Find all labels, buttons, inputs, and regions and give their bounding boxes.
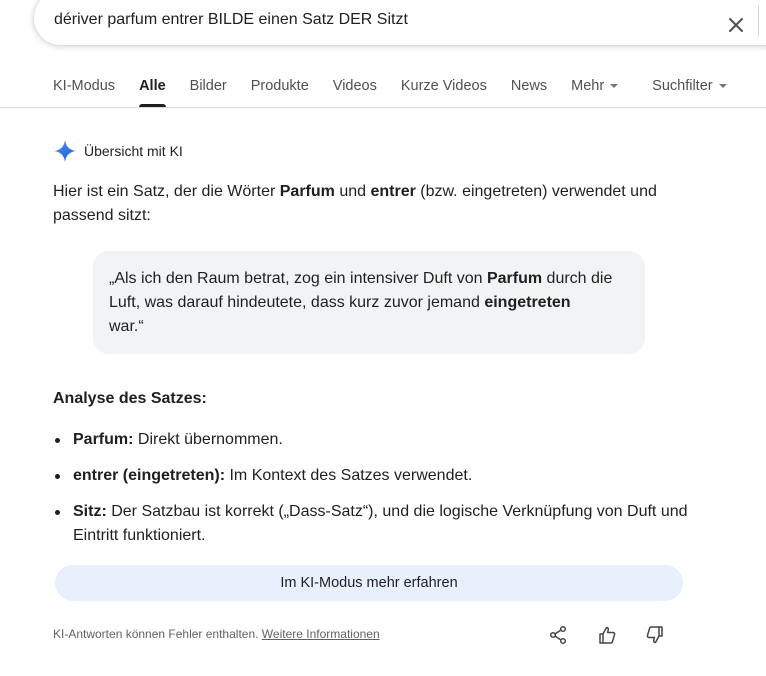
tab-label: Produkte — [250, 78, 309, 94]
example-sentence-box: „Als ich den Raum betrat, zog ein intens… — [93, 251, 645, 354]
tab-suchfilter[interactable]: Suchfilter — [652, 76, 727, 107]
sparkle-icon — [54, 140, 76, 162]
thumbs-up-icon — [599, 626, 616, 644]
tab-label: News — [510, 78, 548, 94]
intro-bold: Parfum — [279, 183, 335, 200]
tab-label: KI-Modus — [53, 78, 116, 94]
search-input[interactable]: dériver parfum entrer BILDE einen Satz D… — [54, 11, 408, 29]
quote-line: war.“ — [109, 318, 144, 335]
list-item: entrer (eingetreten): Im Kontext des Sat… — [53, 464, 693, 488]
intro-text: und — [334, 183, 371, 200]
ai-intro-text: Hier ist ein Satz, der die Wörter Parfum… — [53, 180, 693, 228]
quote-bold: eingetreten — [484, 294, 571, 311]
bullet-text: Der Satzbau ist korrekt („Dass-Satz“), u… — [73, 503, 688, 544]
share-button[interactable] — [547, 624, 569, 646]
caret-down-icon — [718, 84, 727, 89]
bullet-term: Sitz: — [73, 503, 107, 520]
quote-line: Luft, was darauf hindeutete, dass kurz z… — [109, 291, 627, 315]
tab-news[interactable]: News — [511, 76, 547, 107]
intro-bold: entrer — [370, 183, 416, 200]
thumbs-down-button[interactable] — [644, 624, 666, 646]
tab-label: Videos — [332, 78, 377, 94]
bullet-term: Parfum: — [73, 431, 134, 448]
caret-down-icon — [610, 84, 619, 89]
tab-videos[interactable]: Videos — [333, 76, 377, 107]
tab-ki-modus[interactable]: KI-Modus — [53, 76, 115, 107]
tabs-divider — [0, 107, 766, 108]
close-icon — [729, 18, 743, 32]
ai-disclaimer: KI-Antworten können Fehler enthalten. We… — [53, 627, 380, 641]
tab-label: Alle — [139, 78, 166, 94]
clear-search-button[interactable] — [723, 12, 749, 38]
analysis-heading: Analyse des Satzes: — [53, 390, 207, 407]
share-icon — [549, 625, 567, 645]
tab-label: Mehr — [571, 78, 605, 94]
disclaimer-text: KI-Antworten können Fehler enthalten. — [53, 627, 262, 641]
quote-text: durch die — [542, 270, 613, 287]
search-bar[interactable]: dériver parfum entrer BILDE einen Satz D… — [33, 0, 766, 46]
search-tabs: KI-Modus Alle Bilder Produkte Videos Kur… — [53, 76, 751, 107]
quote-text: Luft, was darauf hindeutete, dass kurz z… — [109, 294, 485, 311]
search-divider — [758, 5, 759, 37]
quote-line: „Als ich den Raum betrat, zog ein intens… — [109, 267, 627, 291]
quote-text: „Als ich den Raum betrat, zog ein intens… — [109, 270, 487, 287]
tab-kurze-videos[interactable]: Kurze Videos — [401, 76, 487, 107]
bullet-term: entrer (eingetreten): — [73, 467, 226, 484]
bullet-text: Im Kontext des Satzes verwendet. — [225, 467, 473, 484]
tab-mehr[interactable]: Mehr — [571, 76, 619, 107]
list-item: Parfum: Direkt übernommen. — [53, 428, 693, 452]
thumbs-down-icon — [646, 626, 663, 644]
more-button-label: Im KI-Modus mehr erfahren — [280, 575, 458, 591]
quote-bold: Parfum — [486, 270, 543, 287]
tab-label: Suchfilter — [652, 78, 713, 94]
ai-mode-more-button[interactable]: Im KI-Modus mehr erfahren — [55, 565, 683, 601]
ai-overview-title: Übersicht mit KI — [84, 143, 183, 159]
tab-bilder[interactable]: Bilder — [190, 76, 227, 107]
intro-text: Hier ist ein Satz, der die Wörter — [53, 183, 280, 200]
thumbs-up-button[interactable] — [596, 624, 618, 646]
tab-alle[interactable]: Alle — [139, 76, 166, 107]
list-item: Sitz: Der Satzbau ist korrekt („Dass-Sat… — [53, 500, 693, 548]
ai-overview-header: Übersicht mit KI — [53, 139, 183, 163]
tab-label: Bilder — [189, 78, 227, 94]
tab-produkte[interactable]: Produkte — [251, 76, 309, 107]
bullet-text: Direkt übernommen. — [133, 431, 283, 448]
analysis-list: Parfum: Direkt übernommen. entrer (einge… — [53, 428, 693, 560]
tab-label: Kurze Videos — [400, 78, 487, 94]
more-info-link[interactable]: Weitere Informationen — [262, 627, 380, 641]
